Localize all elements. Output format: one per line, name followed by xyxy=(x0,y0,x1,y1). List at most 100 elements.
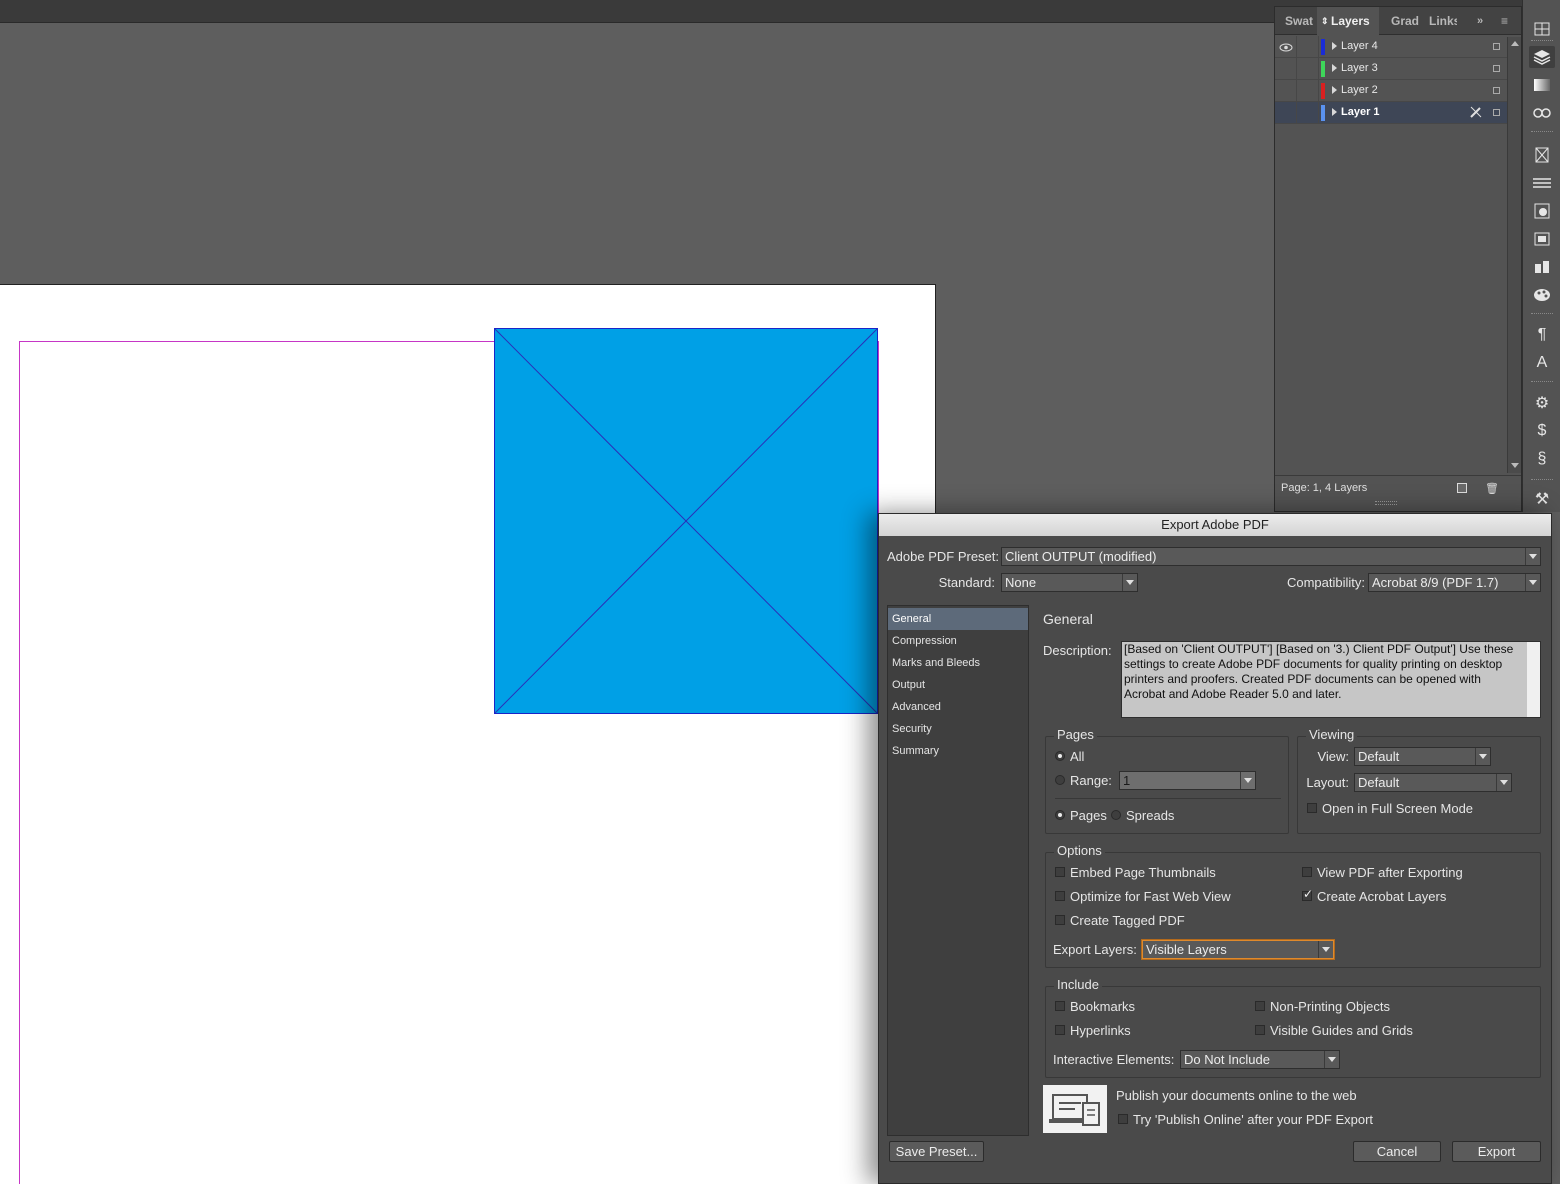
object-styles-icon[interactable]: ⚙ xyxy=(1529,392,1555,414)
tab-links[interactable]: Links xyxy=(1429,7,1457,35)
export-button[interactable]: Export xyxy=(1452,1141,1541,1162)
character-styles-icon[interactable]: A xyxy=(1529,352,1555,374)
nav-output[interactable]: Output xyxy=(888,674,1028,696)
layer-row-selected[interactable]: Layer 1 xyxy=(1275,102,1507,124)
preset-select[interactable]: Client OUTPUT (modified) xyxy=(1001,547,1541,566)
view-select[interactable]: Default xyxy=(1354,747,1491,766)
layer-target-square[interactable] xyxy=(1493,65,1500,72)
tab-swatches[interactable]: Swat xyxy=(1285,7,1319,35)
script-icon[interactable]: $ xyxy=(1529,420,1555,442)
tagged-pdf-checkbox[interactable] xyxy=(1055,915,1065,925)
nav-summary[interactable]: Summary xyxy=(888,740,1028,762)
hyperlinks-checkbox[interactable] xyxy=(1055,1025,1065,1035)
gradient-icon[interactable] xyxy=(1529,74,1555,96)
tab-layers[interactable]: ⇕ Layers xyxy=(1317,7,1379,35)
lock-toggle[interactable] xyxy=(1297,58,1319,80)
align-icon[interactable] xyxy=(1529,228,1555,250)
nav-marks-and-bleeds[interactable]: Marks and Bleeds xyxy=(888,652,1028,674)
layout-select[interactable]: Default xyxy=(1354,773,1512,792)
scripts-panel-icon[interactable]: ⚒ xyxy=(1529,488,1555,510)
scroll-up-icon[interactable] xyxy=(1511,41,1519,46)
layer-row[interactable]: Layer 2 xyxy=(1275,80,1507,102)
compatibility-select[interactable]: Acrobat 8/9 (PDF 1.7) xyxy=(1368,573,1541,592)
layer-target-square[interactable] xyxy=(1493,109,1500,116)
expand-triangle-icon[interactable] xyxy=(1332,108,1337,116)
script-label-icon[interactable]: § xyxy=(1529,448,1555,470)
lock-toggle[interactable] xyxy=(1297,80,1319,102)
publish-online-checkbox[interactable] xyxy=(1118,1114,1128,1124)
cancel-button[interactable]: Cancel xyxy=(1353,1141,1441,1162)
view-label: View: xyxy=(1317,749,1349,764)
panel-menu-icon[interactable]: ≡ xyxy=(1501,7,1515,35)
panel-dock: ¶ A ⚙ $ § ⚒ xyxy=(1522,0,1560,512)
embed-thumbnails-checkbox[interactable] xyxy=(1055,867,1065,877)
lock-toggle[interactable] xyxy=(1297,102,1319,124)
layer-row[interactable]: Layer 4 xyxy=(1275,36,1507,58)
expand-triangle-icon[interactable] xyxy=(1332,42,1337,50)
text-wrap-icon[interactable] xyxy=(1529,200,1555,222)
layout-label: Layout: xyxy=(1306,775,1349,790)
pages-icon[interactable] xyxy=(1529,18,1555,40)
chevron-down-icon xyxy=(1525,574,1540,591)
visibility-toggle[interactable] xyxy=(1275,58,1297,80)
resize-grip[interactable] xyxy=(1375,501,1397,505)
graphic-frame[interactable] xyxy=(494,328,878,714)
tab-gradient[interactable]: Grad xyxy=(1391,7,1423,35)
export-pdf-dialog: Export Adobe PDF Adobe PDF Preset: Clien… xyxy=(878,513,1552,1184)
category-list: General Compression Marks and Bleeds Out… xyxy=(887,605,1029,1136)
visibility-toggle[interactable] xyxy=(1275,102,1297,124)
dialog-title: Export Adobe PDF xyxy=(879,514,1551,536)
dock-divider xyxy=(1531,40,1553,43)
dock-divider xyxy=(1531,479,1553,482)
export-pages-radio[interactable] xyxy=(1055,810,1065,820)
chevron-down-icon xyxy=(1475,748,1490,765)
panel-tab-bar: Swat ⇕ Layers Grad Links » ≡ xyxy=(1275,7,1521,35)
acrobat-layers-checkbox[interactable] xyxy=(1302,887,1313,901)
layers-status-text: Page: 1, 4 Layers xyxy=(1281,482,1368,494)
layer-row[interactable]: Layer 3 xyxy=(1275,58,1507,80)
export-layers-value: Visible Layers xyxy=(1146,942,1227,957)
non-printing-checkbox[interactable] xyxy=(1255,1001,1265,1011)
paragraph-styles-icon[interactable]: ¶ xyxy=(1529,324,1555,346)
paragraph-lines-icon[interactable] xyxy=(1529,172,1555,194)
new-layer-icon[interactable] xyxy=(1457,483,1467,493)
chevron-down-icon xyxy=(1496,774,1511,791)
stroke-icon[interactable] xyxy=(1529,144,1555,166)
nav-compression[interactable]: Compression xyxy=(888,630,1028,652)
pages-range-radio[interactable] xyxy=(1055,775,1065,785)
layers-icon[interactable] xyxy=(1529,46,1555,68)
pages-all-radio[interactable] xyxy=(1055,751,1065,761)
description-textarea[interactable]: [Based on 'Client OUTPUT'] [Based on '3.… xyxy=(1121,641,1541,718)
expand-triangle-icon[interactable] xyxy=(1332,86,1337,94)
lock-toggle[interactable] xyxy=(1297,36,1319,58)
color-palette-icon[interactable] xyxy=(1529,284,1555,306)
scroll-down-icon[interactable] xyxy=(1511,463,1519,468)
layer-target-square[interactable] xyxy=(1493,87,1500,94)
chevron-down-icon xyxy=(1525,548,1540,565)
pathfinder-icon[interactable] xyxy=(1529,256,1555,278)
visibility-toggle[interactable] xyxy=(1275,80,1297,102)
pages-range-input[interactable]: 1 xyxy=(1119,771,1256,790)
layers-scrollbar[interactable] xyxy=(1507,37,1521,473)
trash-icon[interactable]: 🗑 xyxy=(1485,482,1499,495)
visibility-toggle[interactable] xyxy=(1275,36,1297,58)
nav-advanced[interactable]: Advanced xyxy=(888,696,1028,718)
fullscreen-checkbox[interactable] xyxy=(1307,803,1317,813)
bookmarks-checkbox[interactable] xyxy=(1055,1001,1065,1011)
export-layers-select[interactable]: Visible Layers xyxy=(1142,940,1334,959)
eye-icon xyxy=(1279,43,1292,51)
interactive-elements-select[interactable]: Do Not Include xyxy=(1180,1050,1340,1069)
optimize-web-checkbox[interactable] xyxy=(1055,891,1065,901)
links-icon[interactable] xyxy=(1529,102,1555,124)
expand-triangle-icon[interactable] xyxy=(1332,64,1337,72)
expand-panel-icon[interactable]: » xyxy=(1477,7,1491,35)
nav-security[interactable]: Security xyxy=(888,718,1028,740)
view-after-export-checkbox[interactable] xyxy=(1302,867,1312,877)
layer-target-square[interactable] xyxy=(1493,43,1500,50)
description-scrollbar[interactable] xyxy=(1527,642,1540,717)
export-spreads-radio[interactable] xyxy=(1111,810,1121,820)
save-preset-button[interactable]: Save Preset... xyxy=(889,1141,984,1162)
nav-general[interactable]: General xyxy=(888,608,1028,630)
standard-select[interactable]: None xyxy=(1001,573,1138,592)
guides-grids-checkbox[interactable] xyxy=(1255,1025,1265,1035)
